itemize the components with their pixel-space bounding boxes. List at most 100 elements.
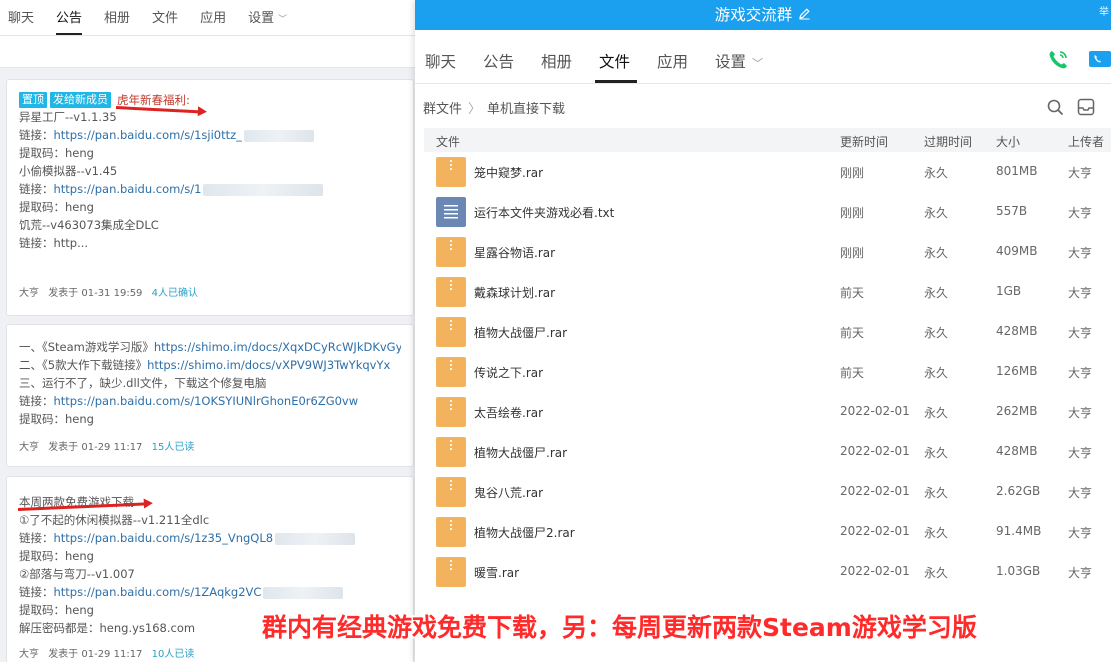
link-prefix: 二、《5款大作下载链接》 [19, 358, 148, 372]
file-row[interactable]: 传说之下.rar 前天 永久 126MB 大亨 [424, 352, 1111, 392]
video-call-icon[interactable] [1089, 49, 1111, 72]
tab-announcement[interactable]: 公告 [483, 50, 514, 72]
file-row[interactable]: 植物大战僵尸.rar 前天 永久 428MB 大亨 [424, 312, 1111, 352]
file-expires: 永久 [924, 366, 949, 380]
file-updated: 刚刚 [840, 166, 865, 180]
file-row[interactable]: 植物大战僵尸.rar 2022-02-01 永久 428MB 大亨 [424, 432, 1111, 472]
post-line: 三、运行不了，缺少.dll文件，下载这个修复电脑 [19, 376, 267, 390]
col-expires[interactable]: 过期时间 [924, 133, 972, 150]
col-uploader[interactable]: 上传者 [1068, 133, 1104, 150]
redacted-block [263, 586, 344, 599]
file-name[interactable]: 戴森球计划.rar [474, 284, 555, 301]
left-tab-apps[interactable]: 应用 [200, 7, 226, 35]
archive-file-icon [436, 397, 466, 427]
col-size[interactable]: 大小 [996, 133, 1020, 150]
post-date: 发表于 01-29 11:17 [48, 442, 143, 453]
redacted-block [203, 183, 324, 196]
tab-album[interactable]: 相册 [541, 50, 572, 72]
file-name[interactable]: 植物大战僵尸.rar [474, 324, 567, 341]
file-uploader: 大亨 [1068, 406, 1093, 420]
tag-row: 置顶 发给新成员 虎年新春福利: [19, 92, 401, 108]
file-expires: 永久 [924, 446, 949, 460]
breadcrumb: 群文件〉单机直接下载 [423, 98, 565, 117]
read-count[interactable]: 15人已读 [152, 442, 195, 453]
file-expires: 永久 [924, 486, 949, 500]
post-line: 小偷模拟器--v1.45 [19, 164, 118, 178]
left-tab-announcement[interactable]: 公告 [56, 7, 83, 35]
inbox-icon[interactable] [1077, 98, 1095, 119]
post-link[interactable]: https://shimo.im/docs/vXPV9WJ3TwYkqvYx [147, 358, 390, 372]
file-name[interactable]: 鬼谷八荒.rar [474, 484, 543, 501]
title-bar[interactable]: 游戏交流群 举 [415, 0, 1111, 30]
post-line: 一、《Steam游戏学习版》https://shimo.im/docs/XqxD… [19, 338, 401, 356]
file-name[interactable]: 暖雪.rar [474, 564, 519, 581]
left-tab-files[interactable]: 文件 [152, 7, 178, 35]
post-line: 异星工厂--v1.1.35 [19, 110, 117, 124]
window-title: 游戏交流群 [415, 0, 1111, 32]
file-row[interactable]: 星露谷物语.rar 刚刚 永久 409MB 大亨 [424, 232, 1111, 272]
breadcrumb-root[interactable]: 群文件 [423, 102, 462, 117]
file-row[interactable]: 植物大战僵尸2.rar 2022-02-01 永久 91.4MB 大亨 [424, 512, 1111, 552]
file-name[interactable]: 植物大战僵尸.rar [474, 444, 567, 461]
tab-apps[interactable]: 应用 [657, 50, 688, 72]
announcement-card[interactable]: 置顶 发给新成员 虎年新春福利: 异星工厂--v1.1.35 链接：https:… [6, 79, 414, 316]
post-line: 链接：https://pan.baidu.com/s/1ZAqkg2VC [19, 583, 401, 601]
file-row[interactable]: 戴森球计划.rar 前天 永久 1GB 大亨 [424, 272, 1111, 312]
left-tab-album[interactable]: 相册 [104, 7, 130, 35]
file-row[interactable]: 笼中窥梦.rar 刚刚 永久 801MB 大亨 [424, 152, 1111, 192]
post-link[interactable]: https://shimo.im/docs/XqxDCyRcWJkDKvGy [154, 340, 401, 354]
file-row[interactable]: 运行本文件夹游戏必看.txt 刚刚 永久 557B 大亨 [424, 192, 1111, 232]
file-name[interactable]: 笼中窥梦.rar [474, 164, 543, 181]
tab-settings[interactable]: 设置 ﹀ [715, 50, 763, 72]
link-prefix: 一、《Steam游戏学习版》 [19, 340, 154, 354]
file-expires: 永久 [924, 166, 949, 180]
tab-settings-label: 设置 [715, 53, 747, 71]
archive-file-icon [436, 357, 466, 387]
file-uploader: 大亨 [1068, 286, 1093, 300]
file-name[interactable]: 太吾绘卷.rar [474, 404, 543, 421]
archive-file-icon [436, 557, 466, 587]
group-window: 游戏交流群 举 聊天 公告 相册 文件 应用 设置 ﹀ 群文件〉单机直接下载 文件… [415, 0, 1111, 662]
chevron-right-icon: 〉 [468, 102, 482, 117]
post-link[interactable]: https://pan.baidu.com/s/1OKSYIUNlrGhonE0… [54, 394, 359, 408]
edit-icon[interactable] [798, 2, 811, 32]
confirm-count[interactable]: 4人已确认 [152, 288, 198, 299]
file-row[interactable]: 太吾绘卷.rar 2022-02-01 永久 262MB 大亨 [424, 392, 1111, 432]
search-icon[interactable] [1047, 99, 1064, 119]
file-row[interactable]: 暖雪.rar 2022-02-01 永久 1.03GB 大亨 [424, 552, 1111, 592]
post-link[interactable]: https://pan.baidu.com/s/1sji0ttz_ [54, 128, 242, 142]
file-uploader: 大亨 [1068, 446, 1093, 460]
file-uploader: 大亨 [1068, 206, 1093, 220]
post-line: 链接：http... [19, 234, 401, 252]
file-size: 262MB [996, 404, 1038, 418]
post-line: 二、《5款大作下载链接》https://shimo.im/docs/vXPV9W… [19, 356, 401, 374]
tab-chat[interactable]: 聊天 [425, 50, 456, 72]
file-name[interactable]: 星露谷物语.rar [474, 244, 555, 261]
file-name[interactable]: 植物大战僵尸2.rar [474, 524, 575, 541]
text-file-icon [436, 197, 466, 227]
tab-files[interactable]: 文件 [599, 50, 630, 72]
file-updated: 2022-02-01 [840, 444, 910, 458]
window-tab-bar: 聊天 公告 相册 文件 应用 设置 ﹀ [415, 30, 1111, 84]
col-updated[interactable]: 更新时间 [840, 133, 888, 150]
voice-call-icon[interactable] [1046, 48, 1070, 75]
announcement-card[interactable]: 一、《Steam游戏学习版》https://shimo.im/docs/XqxD… [6, 324, 414, 467]
file-expires: 永久 [924, 246, 949, 260]
post-link[interactable]: https://pan.baidu.com/s/1z35_VngQL8 [54, 531, 274, 545]
file-name[interactable]: 运行本文件夹游戏必看.txt [474, 204, 614, 221]
report-link[interactable]: 举 [1099, 3, 1109, 18]
post-link[interactable]: https://pan.baidu.com/s/1ZAqkg2VC [54, 585, 262, 599]
left-tab-chat[interactable]: 聊天 [8, 7, 34, 35]
left-tab-settings[interactable]: 设置 ﹀ [248, 7, 287, 35]
left-tab-settings-label: 设置 [248, 11, 275, 26]
read-count[interactable]: 10人已读 [152, 649, 195, 660]
file-updated: 前天 [840, 286, 865, 300]
file-name[interactable]: 传说之下.rar [474, 364, 543, 381]
archive-file-icon [436, 477, 466, 507]
post-link[interactable]: http... [54, 236, 89, 250]
file-row[interactable]: 鬼谷八荒.rar 2022-02-01 永久 2.62GB 大亨 [424, 472, 1111, 512]
post-line: 提取码：heng [19, 200, 94, 214]
link-prefix: 链接： [19, 585, 54, 599]
col-file[interactable]: 文件 [436, 133, 460, 150]
post-link[interactable]: https://pan.baidu.com/s/1 [54, 182, 202, 196]
